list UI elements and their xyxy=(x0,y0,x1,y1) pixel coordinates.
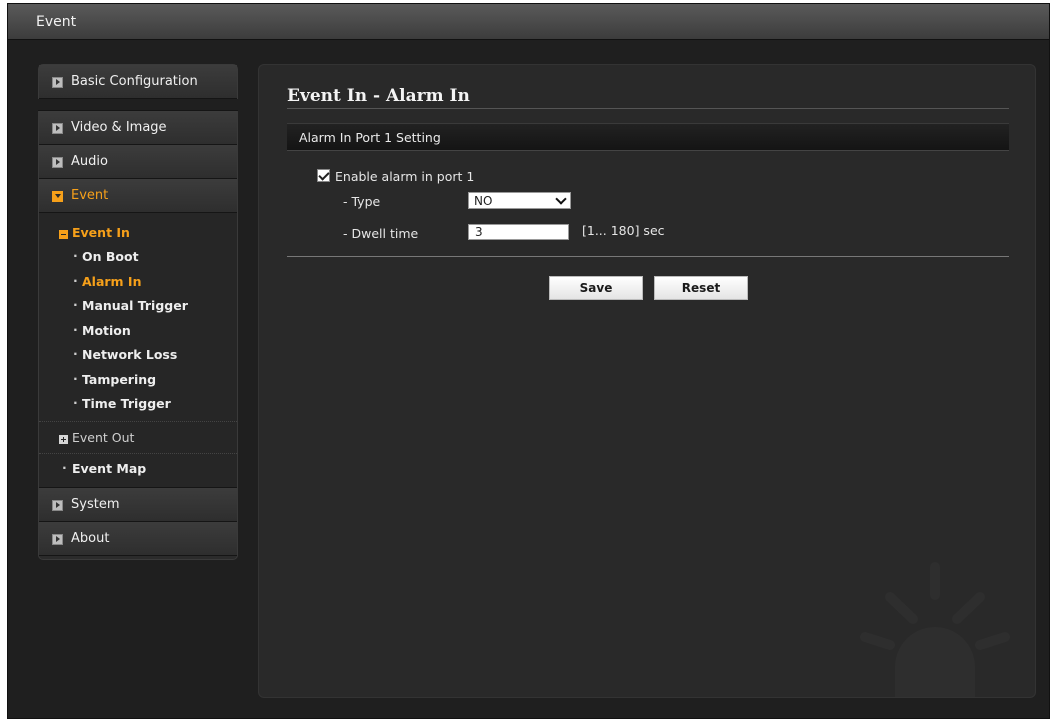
dwell-time-range: [1... 180] sec xyxy=(582,223,665,238)
sidebar-item-event[interactable]: Event xyxy=(39,179,237,213)
dwell-time-input[interactable]: 3 xyxy=(468,224,569,240)
submenu-item-alarm-in[interactable]: Alarm In xyxy=(39,270,237,295)
collapse-icon xyxy=(59,230,68,239)
save-button[interactable]: Save xyxy=(549,276,643,300)
title-divider xyxy=(287,108,1009,109)
arrow-square-icon xyxy=(52,123,63,134)
main-panel: Event In - Alarm In Alarm In Port 1 Sett… xyxy=(258,64,1036,698)
alarm-siren-icon xyxy=(860,562,1010,697)
submenu-item-motion[interactable]: Motion xyxy=(39,319,237,344)
sidebar-item-label: Basic Configuration xyxy=(71,74,198,89)
submenu-group-event-in[interactable]: Event In xyxy=(39,221,237,245)
section-header: Alarm In Port 1 Setting xyxy=(287,123,1009,151)
arrow-square-icon xyxy=(52,157,63,168)
submenu-item-manual-trigger[interactable]: Manual Trigger xyxy=(39,294,237,319)
type-select-value: NO xyxy=(474,194,493,208)
app-window: Event Basic Configuration Video & Image … xyxy=(7,3,1050,719)
chevron-down-square-icon xyxy=(52,191,63,202)
sidebar-item-label: System xyxy=(71,496,120,512)
submenu-item-network-loss[interactable]: Network Loss xyxy=(39,343,237,368)
form-divider xyxy=(287,256,1009,257)
arrow-square-icon xyxy=(52,533,63,545)
submenu-group-label: Event In xyxy=(72,225,130,240)
sidebar-item-label: About xyxy=(71,530,110,546)
sidebar-item-basic-configuration[interactable]: Basic Configuration xyxy=(39,65,237,99)
sidebar-item-video-image[interactable]: Video & Image xyxy=(39,111,237,145)
page-title: Event In - Alarm In xyxy=(287,86,470,106)
submenu-item-event-map[interactable]: Event Map xyxy=(39,452,237,481)
type-select[interactable]: NO xyxy=(468,192,571,209)
sidebar-divider xyxy=(38,99,238,111)
sidebar-item-system[interactable]: System xyxy=(39,487,237,522)
sidebar-item-about[interactable]: About xyxy=(39,521,237,556)
expand-icon xyxy=(59,434,68,444)
type-label: - Type xyxy=(343,194,381,209)
dwell-time-label: - Dwell time xyxy=(343,226,419,241)
sidebar: Basic Configuration Video & Image Audio … xyxy=(38,64,238,560)
event-submenu: Event In On Boot Alarm In Manual Trigger… xyxy=(39,213,237,488)
enable-alarm-checkbox[interactable] xyxy=(317,169,330,182)
sidebar-item-label: Video & Image xyxy=(71,120,167,135)
sidebar-item-audio[interactable]: Audio xyxy=(39,145,237,179)
sidebar-item-label: Audio xyxy=(71,154,108,169)
submenu-item-tampering[interactable]: Tampering xyxy=(39,368,237,393)
arrow-square-icon xyxy=(52,77,63,88)
reset-button[interactable]: Reset xyxy=(654,276,748,300)
chevron-down-icon xyxy=(555,193,567,205)
window-title: Event xyxy=(8,4,1049,40)
submenu-item-time-trigger[interactable]: Time Trigger xyxy=(39,392,237,417)
sidebar-item-label: Event xyxy=(71,188,109,203)
submenu-group-event-out[interactable]: Event Out xyxy=(39,420,237,451)
submenu-group-label: Event Out xyxy=(72,429,135,445)
arrow-square-icon xyxy=(52,499,63,511)
submenu-item-on-boot[interactable]: On Boot xyxy=(39,245,237,270)
enable-alarm-label: Enable alarm in port 1 xyxy=(335,169,475,184)
